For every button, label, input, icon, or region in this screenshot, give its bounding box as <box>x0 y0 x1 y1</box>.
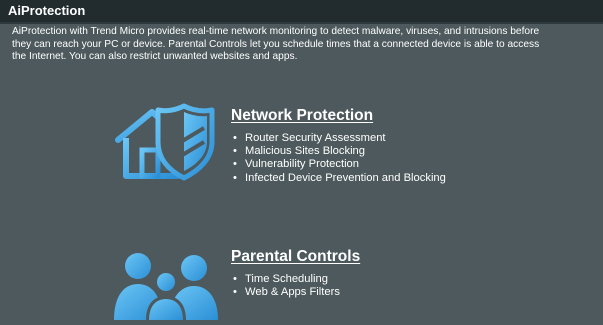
list-item: • Router Security Assessment <box>233 132 446 145</box>
list-item-label: Router Security Assessment <box>245 132 386 144</box>
network-protection-list: • Router Security Assessment • Malicious S… <box>233 132 446 185</box>
aiprotection-panel: AiProtection AiProtection with Trend Mic… <box>0 0 603 325</box>
bullet: • <box>233 132 237 144</box>
bullet: • <box>233 286 237 299</box>
page-title: AiProtection <box>8 3 86 18</box>
bullet: • <box>233 273 237 285</box>
list-item: • Infected Device Prevention and Blocking <box>233 172 446 185</box>
list-item: • Time Scheduling <box>233 273 340 286</box>
list-item: • Malicious Sites Blocking <box>233 145 446 158</box>
title-bar: AiProtection <box>0 0 603 24</box>
bullet: • <box>233 145 237 158</box>
list-item-label: Malicious Sites Blocking <box>245 145 366 158</box>
list-item: • Vulnerability Protection <box>233 158 446 171</box>
family-icon[interactable] <box>110 244 220 320</box>
list-item: • Web & Apps Filters <box>233 286 340 299</box>
bullet: • <box>233 158 237 171</box>
parental-controls-list: • Time Scheduling • Web & Apps Filters <box>233 273 340 299</box>
network-protection-link[interactable]: Network Protection <box>231 107 373 125</box>
list-item-label: Web & Apps Filters <box>245 286 340 299</box>
house-shield-icon[interactable] <box>112 102 222 182</box>
list-item-label: Time Scheduling <box>245 273 328 285</box>
list-item-label: Vulnerability Protection <box>245 158 360 171</box>
bullet: • <box>233 171 237 184</box>
parental-controls-link[interactable]: Parental Controls <box>231 248 360 266</box>
aiprotection-description: AiProtection with Trend Micro provides r… <box>12 26 540 62</box>
list-item-label: Infected Device Prevention and Blocking <box>245 171 446 184</box>
